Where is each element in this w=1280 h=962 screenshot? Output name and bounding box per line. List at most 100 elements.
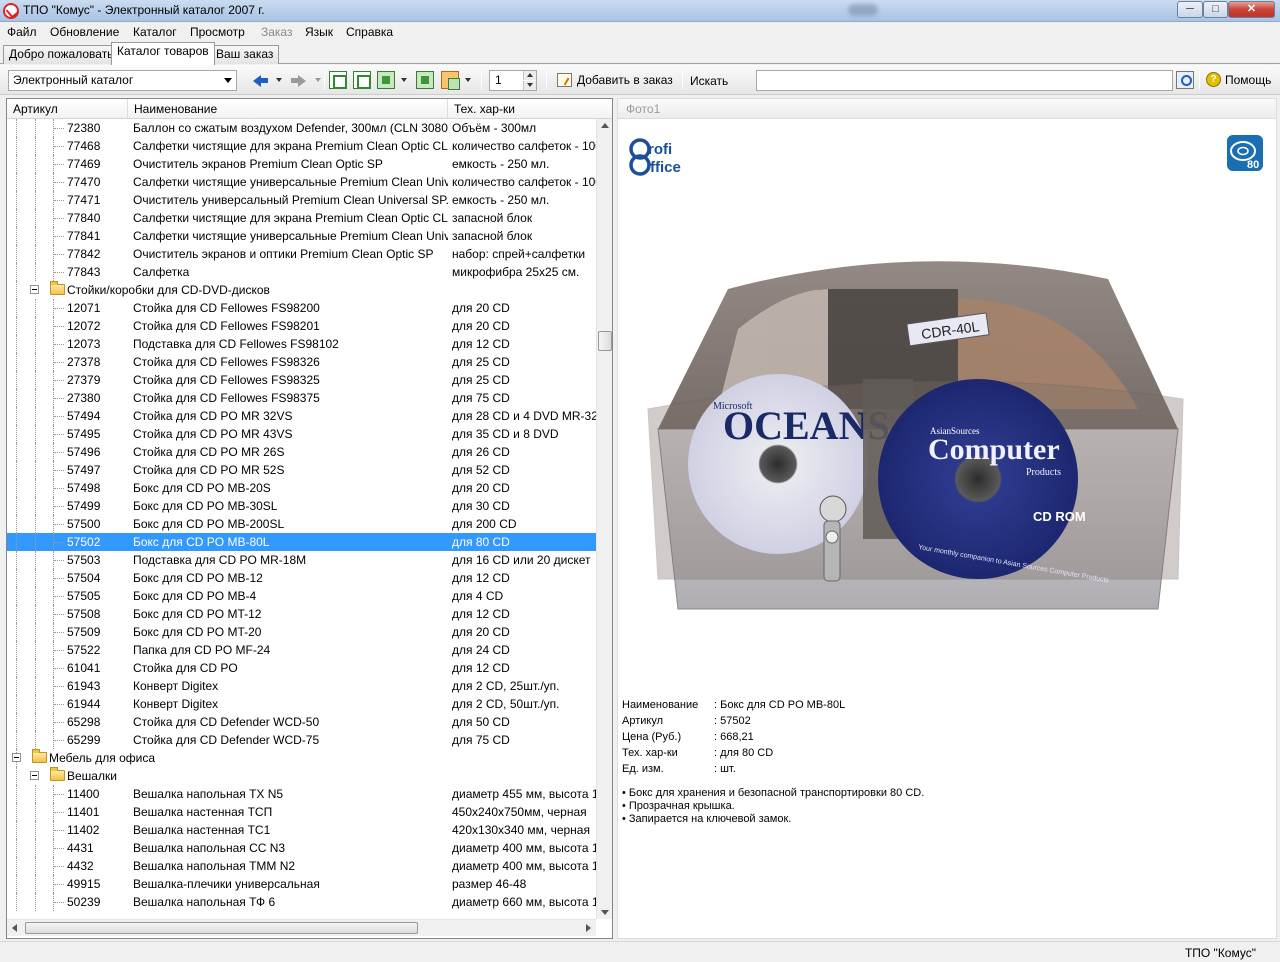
scrollbar-thumb[interactable] (598, 331, 612, 351)
help-button[interactable]: ? Помощь (1206, 72, 1271, 88)
table-row[interactable]: 11401 Вешалка настенная ТСП 450х240х750мм,… (7, 803, 596, 821)
stepper-up-icon[interactable] (523, 71, 536, 80)
forward-arrow-icon[interactable] (290, 71, 308, 89)
horizontal-scrollbar[interactable] (7, 919, 596, 936)
table-row[interactable]: 65298 Стойка для CD Defender WCD-50 для 50… (7, 713, 596, 731)
add-to-order-button[interactable]: Добавить в заказ (555, 70, 673, 91)
table-row[interactable]: 27378 Стойка для CD Fellowes FS98326 для 2… (7, 353, 596, 371)
table-row[interactable]: 11402 Вешалка настенная ТС1 420х130х340 мм… (7, 821, 596, 839)
back-arrow-icon[interactable] (251, 71, 269, 89)
table-row[interactable]: 12072 Стойка для CD Fellowes FS98201 для 2… (7, 317, 596, 335)
tree-guide-line (54, 614, 64, 615)
table-row[interactable]: 57499 Бокс для CD PO MB-30SL для 30 CD (7, 497, 596, 515)
tree-guide-line (54, 866, 64, 867)
table-row[interactable]: 77470 Салфетки чистящие универсальные Pre… (7, 173, 596, 191)
tree-folder-row[interactable]: Мебель для офиса (7, 749, 596, 767)
menu-language[interactable]: Язык (305, 25, 333, 39)
cell-spec: для 75 CD (452, 733, 510, 747)
table-row[interactable]: 57522 Папка для CD PO MF-24 для 24 CD (7, 641, 596, 659)
page-stepper[interactable]: 1 (489, 70, 537, 91)
table-row[interactable]: 77468 Салфетки чистящие для экрана Premiu… (7, 137, 596, 155)
export-icon[interactable] (377, 71, 395, 89)
table-row[interactable]: 57494 Стойка для CD PO MR 32VS для 28 CD и… (7, 407, 596, 425)
table-row[interactable]: 27379 Стойка для CD Fellowes FS98325 для 2… (7, 371, 596, 389)
scroll-down-icon[interactable] (601, 910, 609, 915)
table-row[interactable]: 57495 Стойка для CD PO MR 43VS для 35 CD и… (7, 425, 596, 443)
export-dropdown-icon[interactable] (401, 78, 407, 82)
table-row[interactable]: 57497 Стойка для CD PO MR 52S для 52 CD (7, 461, 596, 479)
column-header-name[interactable]: Наименование (128, 99, 448, 119)
table-row[interactable]: 12071 Стойка для CD Fellowes FS98200 для 2… (7, 299, 596, 317)
scroll-right-icon[interactable] (586, 924, 591, 932)
table-row[interactable]: 49915 Вешалка-плечики универсальная размер… (7, 875, 596, 893)
table-row[interactable]: 4432 Вешалка напольная ТММ N2 диаметр 400 … (7, 857, 596, 875)
forward-dropdown-icon[interactable] (315, 78, 321, 82)
cell-spec: для 4 CD (452, 589, 504, 603)
table-row[interactable]: 57503 Подставка для CD PO MR-18M для 16 CD… (7, 551, 596, 569)
table-row[interactable]: 4431 Вешалка напольная СС N3 диаметр 400 м… (7, 839, 596, 857)
close-button[interactable]: ✕ (1228, 1, 1275, 18)
table-row[interactable]: 57504 Бокс для CD PO MB-12 для 12 CD (7, 569, 596, 587)
print-dropdown-icon[interactable] (465, 78, 471, 82)
table-row[interactable]: 57502 Бокс для CD PO MB-80L для 80 CD (7, 533, 596, 551)
table-row[interactable]: 77840 Салфетки чистящие для экрана Premiu… (7, 209, 596, 227)
tab-catalog[interactable]: Каталог товаров (111, 42, 215, 65)
table-row[interactable]: 77469 Очиститель экранов Premium Clean Op… (7, 155, 596, 173)
print-icon[interactable] (441, 71, 460, 90)
menu-file[interactable]: Файл (7, 25, 37, 39)
table-row[interactable]: 61041 Стойка для CD PO для 12 CD (7, 659, 596, 677)
menu-view[interactable]: Просмотр (190, 25, 245, 39)
menu-update[interactable]: Обновление (50, 25, 119, 39)
table-row[interactable]: 61943 Конверт Digitex для 2 CD, 25шт./уп. (7, 677, 596, 695)
menu-help[interactable]: Справка (346, 25, 393, 39)
table-row[interactable]: 65299 Стойка для CD Defender WCD-75 для 75… (7, 731, 596, 749)
copy-icon[interactable] (416, 71, 434, 89)
tree-collapse-icon[interactable] (30, 285, 39, 294)
detail-value: : 668,21 (714, 731, 754, 743)
scrollbar-thumb[interactable] (25, 922, 418, 934)
table-row[interactable]: 27380 Стойка для CD Fellowes FS98375 для 7… (7, 389, 596, 407)
expand-all-icon[interactable] (329, 71, 347, 89)
table-row[interactable]: 57500 Бокс для CD PO MB-200SL для 200 CD (7, 515, 596, 533)
table-row[interactable]: 57496 Стойка для CD PO MR 26S для 26 CD (7, 443, 596, 461)
scroll-up-icon[interactable] (601, 123, 609, 128)
table-row[interactable]: 50239 Вешалка напольная ТФ 6 диаметр 660 м… (7, 893, 596, 911)
tab-welcome[interactable]: Добро пожаловать (3, 45, 120, 64)
back-dropdown-icon[interactable] (276, 78, 282, 82)
table-row[interactable]: 77471 Очиститель универсальный Premium Cl… (7, 191, 596, 209)
cell-name: Салфетки чистящие универсальные Premium … (133, 175, 448, 189)
vertical-scrollbar[interactable] (596, 119, 612, 919)
minimize-button[interactable]: ─ (1177, 1, 1203, 18)
table-row[interactable]: 57505 Бокс для CD PO MB-4 для 4 CD (7, 587, 596, 605)
table-row[interactable]: 57508 Бокс для CD PO MT-12 для 12 CD (7, 605, 596, 623)
table-row[interactable]: 77842 Очиститель экранов и оптики Premium… (7, 245, 596, 263)
table-row[interactable]: 77841 Салфетки чистящие универсальные Pre… (7, 227, 596, 245)
column-header-code[interactable]: Артикул (7, 99, 128, 119)
tree-folder-row[interactable]: Вешалки (7, 767, 596, 785)
toolbar-separator (1199, 71, 1200, 89)
tab-your-order[interactable]: Ваш заказ (210, 45, 280, 64)
column-header-spec[interactable]: Тех. хар-ки (448, 99, 612, 119)
table-row[interactable]: 77843 Салфетка микрофибра 25х25 см. (7, 263, 596, 281)
tree-folder-row[interactable]: Стойки/коробки для CD-DVD-дисков (7, 281, 596, 299)
stepper-down-icon[interactable] (523, 81, 536, 90)
collapse-all-icon[interactable] (353, 71, 371, 89)
table-row[interactable]: 11400 Вешалка напольная ТХ N5 диаметр 455 … (7, 785, 596, 803)
table-row[interactable]: 57498 Бокс для CD PO MB-20S для 20 CD (7, 479, 596, 497)
tree-collapse-icon[interactable] (30, 771, 39, 780)
table-row[interactable]: 57509 Бокс для CD PO MT-20 для 20 CD (7, 623, 596, 641)
tree-collapse-icon[interactable] (12, 753, 21, 762)
maximize-button[interactable]: □ (1203, 1, 1228, 18)
menu-order[interactable]: Заказ (261, 25, 292, 39)
catalog-select[interactable]: Электронный каталог (8, 70, 237, 91)
table-row[interactable]: 61944 Конверт Digitex для 2 CD, 50шт./уп. (7, 695, 596, 713)
table-row[interactable]: 72380 Баллон со сжатым воздухом Defender,… (7, 119, 596, 137)
detail-key: Артикул (622, 715, 664, 727)
scroll-left-icon[interactable] (12, 924, 17, 932)
search-input[interactable] (756, 70, 1173, 91)
tree-guide-line (54, 434, 64, 435)
cell-code: 57494 (67, 409, 101, 423)
menu-catalog[interactable]: Каталог (133, 25, 177, 39)
table-row[interactable]: 12073 Подставка для CD Fellowes FS98102 дл… (7, 335, 596, 353)
search-icon[interactable] (1176, 71, 1194, 89)
